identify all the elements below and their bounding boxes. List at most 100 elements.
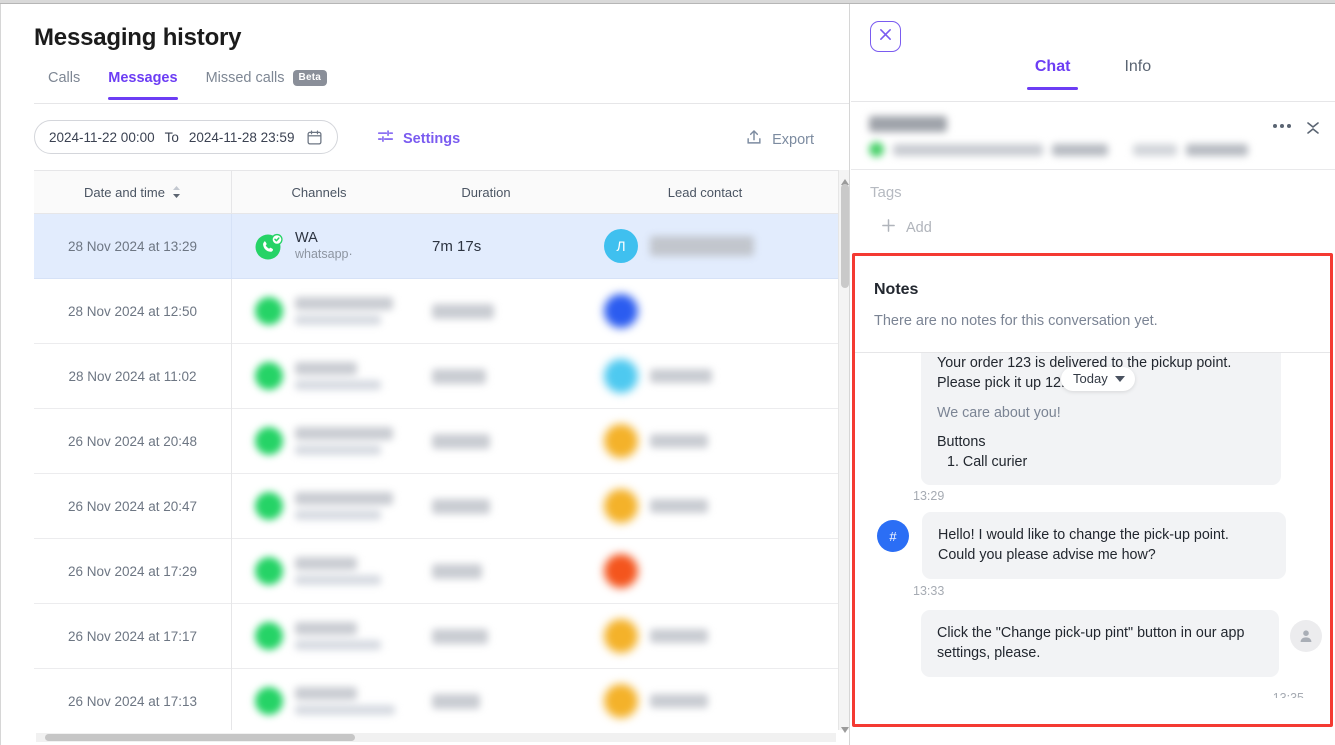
message-row: Click the "Change pick-up pint" button i… — [921, 610, 1322, 677]
more-horizontal-icon — [1280, 124, 1284, 128]
cell-datetime: 28 Nov 2024 at 11:02 — [34, 343, 232, 409]
whatsapp-icon — [254, 231, 284, 261]
collapse-chevrons-icon — [1305, 122, 1321, 141]
tab-info-label: Info — [1124, 58, 1152, 75]
tab-missed-calls-label: Missed calls — [205, 70, 285, 86]
table-row[interactable]: 28 Nov 2024 at 11:02 — [34, 343, 844, 409]
plus-icon — [881, 218, 896, 238]
notes-empty-text: There are no notes for this conversation… — [874, 313, 1158, 329]
message-bubble: Hello! I would like to change the pick-u… — [922, 512, 1286, 579]
table-row[interactable]: 26 Nov 2024 at 20:48 — [34, 408, 844, 474]
table-header-row: Date and time Channels Duration Lead con… — [34, 170, 844, 214]
whatsapp-icon — [254, 621, 284, 651]
table-row[interactable]: 26 Nov 2024 at 17:17 — [34, 603, 844, 669]
channel-text — [295, 492, 393, 520]
whatsapp-icon — [254, 426, 284, 456]
chat-bottom-spacer — [859, 698, 1332, 720]
more-horizontal-icon — [1273, 124, 1277, 128]
date-to-value: 2024-11-28 23:59 — [188, 129, 295, 145]
table-hscroll-thumb[interactable] — [45, 734, 355, 741]
date-range-picker[interactable]: 2024-11-22 00:00 To 2024-11-28 23:59 — [34, 120, 339, 154]
channel-text: WA whatsapp· — [295, 229, 353, 263]
whatsapp-icon — [254, 556, 284, 586]
message-line: Click the "Change pick-up pint" button i… — [937, 625, 1245, 641]
export-button[interactable]: Export — [745, 128, 814, 151]
column-header-date[interactable]: Date and time — [34, 170, 232, 214]
avatar — [604, 684, 638, 718]
table-horizontal-scrollbar[interactable] — [36, 733, 836, 742]
avatar — [604, 489, 638, 523]
conversation-more-button[interactable] — [1273, 124, 1291, 128]
add-tag-button[interactable]: Add — [881, 218, 932, 238]
channel-text — [295, 557, 381, 585]
page-title: Messaging history — [34, 24, 242, 51]
tab-info[interactable]: Info — [1116, 52, 1159, 90]
messaging-history-pane: Messaging history Calls Messages Missed … — [0, 4, 850, 745]
table-scroll-thumb[interactable] — [841, 184, 849, 288]
more-horizontal-icon — [1287, 124, 1291, 128]
message-row: # Hello! I would like to change the pick… — [877, 512, 1286, 579]
tabs-divider — [34, 103, 849, 104]
cell-lead-contact — [566, 344, 844, 409]
tab-chat[interactable]: Chat — [1026, 52, 1079, 90]
message-muted-line: We care about you! — [937, 404, 1061, 421]
notes-panel: Notes There are no notes for this conver… — [855, 257, 1330, 353]
settings-button[interactable]: Settings — [377, 128, 460, 150]
notes-title: Notes — [874, 281, 919, 298]
cell-channel — [232, 604, 406, 669]
tab-missed-calls[interactable]: Missed calls Beta — [192, 64, 341, 100]
date-range-separator: To — [164, 129, 179, 145]
message-row: Your order 123 is delivered to the picku… — [921, 344, 1281, 486]
message-line: Hello! I would like to change the pick-u… — [938, 527, 1229, 543]
cell-duration — [406, 604, 566, 669]
whatsapp-icon — [254, 491, 284, 521]
cell-duration — [406, 409, 566, 474]
table-vertical-scrollbar[interactable] — [838, 170, 849, 733]
tab-messages[interactable]: Messages — [94, 64, 191, 100]
scroll-up-arrow-icon[interactable] — [841, 172, 849, 185]
table-row[interactable]: 26 Nov 2024 at 20:47 — [34, 473, 844, 539]
cell-datetime: 28 Nov 2024 at 13:29 — [34, 213, 232, 279]
close-button[interactable] — [870, 21, 901, 52]
messages-table: Date and time Channels Duration Lead con… — [34, 170, 844, 730]
add-tag-label: Add — [906, 220, 932, 236]
avatar: # — [877, 520, 909, 552]
whatsapp-icon — [254, 361, 284, 391]
message-bubble: Your order 123 is delivered to the picku… — [921, 344, 1281, 486]
contact-name-redacted — [650, 236, 754, 256]
message-timestamp: 13:29 — [913, 489, 945, 503]
column-header-lead-contact-label: Lead contact — [667, 184, 743, 200]
tab-calls-label: Calls — [48, 70, 81, 86]
today-date-pill[interactable]: Today — [1061, 367, 1135, 391]
scroll-down-arrow-icon[interactable] — [841, 720, 849, 733]
cell-lead-contact — [566, 604, 844, 669]
avatar — [604, 619, 638, 653]
cell-channel: WA whatsapp· — [232, 214, 406, 279]
channel-subtitle: whatsapp· — [295, 247, 353, 262]
column-header-lead-contact[interactable]: Lead contact — [566, 170, 844, 214]
cell-lead-contact — [566, 474, 844, 539]
table-row[interactable]: 28 Nov 2024 at 13:29 WA whatsapp· 7m 17s… — [34, 213, 844, 279]
calendar-icon — [306, 129, 323, 146]
cell-channel — [232, 539, 406, 604]
message-line: Could you please advise me how? — [938, 547, 1156, 564]
settings-label: Settings — [403, 131, 461, 147]
upload-icon — [745, 128, 763, 151]
cell-channel — [232, 474, 406, 539]
sort-arrows-icon[interactable] — [172, 185, 181, 199]
cell-lead-contact — [566, 279, 844, 344]
tab-messages-label: Messages — [108, 70, 178, 86]
tab-calls[interactable]: Calls — [34, 64, 94, 100]
table-row[interactable]: 26 Nov 2024 at 17:29 — [34, 538, 844, 604]
whatsapp-icon — [254, 686, 284, 716]
column-header-channels[interactable]: Channels — [232, 170, 406, 214]
column-header-duration[interactable]: Duration — [406, 170, 566, 214]
table-row[interactable]: 26 Nov 2024 at 17:13 — [34, 668, 844, 731]
conversation-tabs: Chat Info — [851, 52, 1335, 90]
table-row[interactable]: 28 Nov 2024 at 12:50 — [34, 278, 844, 344]
cell-channel — [232, 669, 406, 731]
cell-lead-contact: Л — [566, 214, 844, 279]
message-line: settings, please. — [937, 645, 1041, 662]
collapse-button[interactable] — [1305, 119, 1321, 142]
cell-duration: 7m 17s — [432, 237, 482, 255]
